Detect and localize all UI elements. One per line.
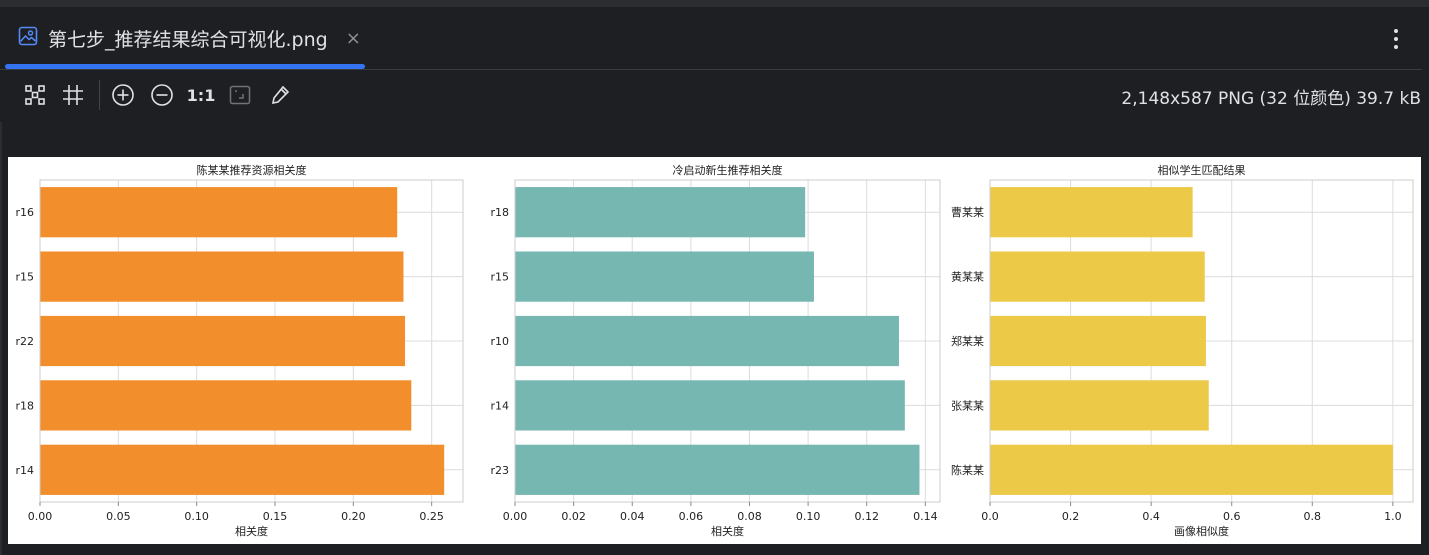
image-toolbar: 1:1 2,148x587 PNG (32 位颜色) 39.7 kB (0, 70, 1429, 122)
chart-2-tick-label: 0.06 (679, 510, 704, 523)
chart-1-tick-label: 0.10 (184, 510, 209, 523)
chart-1-bar (40, 251, 404, 302)
actual-size-button[interactable]: 1:1 (186, 82, 216, 108)
tab-image-file[interactable]: 第七步_推荐结果综合可视化.png × (18, 23, 361, 53)
chart-1-tick-label: 0.20 (341, 510, 366, 523)
zoom-in-icon[interactable] (110, 82, 136, 108)
chart-3-category-label: 张某某 (951, 399, 984, 412)
actual-size-label: 1:1 (186, 85, 216, 105)
tab-title: 第七步_推荐结果综合可视化.png (48, 28, 328, 51)
more-vertical-icon[interactable] (1384, 25, 1408, 53)
chart-2-x-axis-label: 相关度 (711, 524, 744, 538)
chart-3-category-label: 黄某某 (951, 270, 984, 284)
chart-2-bar (515, 251, 814, 302)
grid-icon[interactable] (60, 82, 86, 108)
chart-3-bar (990, 251, 1205, 302)
chart-2-tick-label: 0.12 (854, 510, 879, 523)
chart-1-bar (40, 444, 445, 495)
tab-close-icon[interactable]: × (346, 28, 361, 49)
chart-3-category-label: 郑某某 (951, 334, 984, 348)
color-picker-icon[interactable] (267, 82, 293, 108)
chart-2-tick-label: 0.02 (561, 510, 586, 523)
chart-2-category-label: r23 (490, 464, 509, 477)
chart-figure: r16 r15 r22 r18 r14 0.00 0.05 0.10 0.15 0.20 0.25 陈… (15, 163, 1414, 538)
chart-1-x-axis-label: 相关度 (235, 524, 268, 538)
chart-1-category-label: r18 (15, 399, 34, 412)
chart-2-bar (515, 315, 899, 367)
chart-3-tick-label: 1.0 (1384, 510, 1402, 523)
chart-3-tick-label: 0.4 (1142, 510, 1160, 523)
toolbar-divider (99, 80, 100, 110)
chart-1-bar (40, 187, 398, 238)
chart-3-bar (990, 444, 1393, 495)
chart-3-tick-label: 0.2 (1062, 510, 1080, 523)
chart-2-tick-label: 0.10 (796, 510, 821, 523)
fit-size-icon[interactable] (227, 82, 253, 108)
chart-1-category-label: r22 (15, 335, 34, 348)
chart-3-bar (990, 315, 1206, 367)
chart-1-title: 陈某某推荐资源相关度 (197, 163, 307, 177)
chart-2-category-label: r10 (490, 335, 509, 348)
image-canvas[interactable]: r16 r15 r22 r18 r14 0.00 0.05 0.10 0.15 0.20 0.25 陈… (8, 157, 1421, 544)
chart-3-tick-label: 0.0 (981, 510, 999, 523)
chart-2-category-label: r18 (490, 206, 509, 219)
chart-2-category-label: r14 (490, 399, 509, 412)
chart-1-tick-label: 0.00 (28, 510, 53, 523)
chart-2-bar (515, 187, 806, 238)
chart-1-category-label: r16 (15, 206, 34, 219)
chart-1-category-label: r14 (15, 464, 34, 477)
chart-3-tick-label: 0.6 (1223, 510, 1241, 523)
chart-3-category-label: 陈某某 (951, 463, 984, 477)
chart-3-tick-label: 0.8 (1304, 510, 1322, 523)
editor-tab-bar: 第七步_推荐结果综合可视化.png × (0, 7, 1429, 70)
fit-to-window-icon[interactable] (22, 82, 48, 108)
window-top-strip (0, 0, 1429, 7)
chart-1-bar (40, 315, 406, 367)
image-info-text: 2,148x587 PNG (32 位颜色) 39.7 kB (1121, 89, 1421, 109)
chart-3-category-label: 曹某某 (951, 206, 984, 219)
panel-left-edge (0, 122, 2, 555)
chart-2-bar (515, 444, 920, 495)
chart-2-bar (515, 380, 905, 431)
chart-1-tick-label: 0.15 (263, 510, 288, 523)
chart-3-title: 相似学生匹配结果 (1158, 163, 1246, 177)
image-file-icon (18, 26, 38, 50)
chart-2-title: 冷启动新生推荐相关度 (673, 163, 783, 177)
chart-1-tick-label: 0.05 (106, 510, 131, 523)
chart-2-tick-label: 0.14 (913, 510, 938, 523)
chart-3-bar (990, 187, 1193, 238)
chart-1-bar (40, 380, 412, 431)
chart-2-tick-label: 0.00 (503, 510, 528, 523)
chart-3-x-axis-label: 画像相似度 (1174, 524, 1229, 538)
chart-2-category-label: r15 (490, 271, 509, 284)
chart-3-bar (990, 380, 1209, 431)
chart-2-tick-label: 0.04 (620, 510, 645, 523)
chart-1-category-label: r15 (15, 271, 34, 284)
chart-2-tick-label: 0.08 (737, 510, 762, 523)
zoom-out-icon[interactable] (149, 82, 175, 108)
chart-1-tick-label: 0.25 (419, 510, 444, 523)
